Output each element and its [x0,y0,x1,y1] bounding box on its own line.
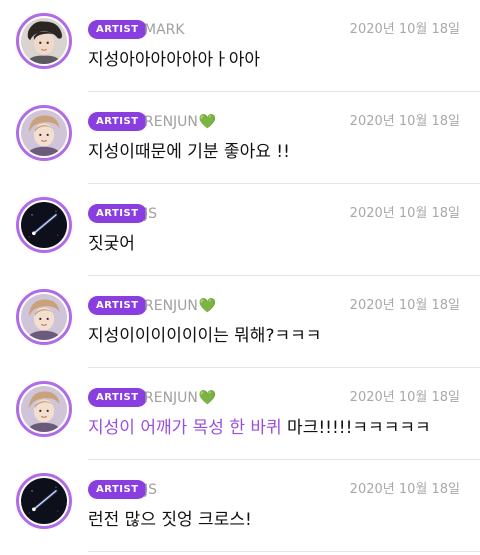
green-heart-icon: 💚 [198,298,217,314]
author-label: RENJUN [144,298,198,314]
message-header: ARTIST RENJUN💚 2020년 10월 18일 [88,296,460,316]
artist-badge: ARTIST [88,112,147,131]
message-body: 지성이이이이이이는 뭐해?ㅋㅋㅋ [88,326,322,346]
timestamp: 2020년 10월 18일 [349,390,460,405]
author-label: JS [144,206,158,222]
artist-badge: ARTIST [88,388,147,407]
message-header: ARTIST RENJUN💚 2020년 10월 18일 [88,112,460,132]
green-heart-icon: 💚 [198,390,217,406]
message-body: 지성아아아아아아ㅏ아아 [88,50,261,70]
timestamp: 2020년 10월 18일 [349,114,460,129]
timestamp: 2020년 10월 18일 [349,298,460,313]
author-name[interactable]: MARK [144,20,185,40]
artist-badge: ARTIST [88,296,147,315]
author-name[interactable]: RENJUN💚 [144,296,216,316]
avatar[interactable] [16,473,72,529]
message-text: 짓궂어 [88,232,460,256]
artist-badge: ARTIST [88,204,147,223]
author-label: RENJUN [144,390,198,406]
timestamp: 2020년 10월 18일 [349,206,460,221]
message-item[interactable]: ARTIST JS 2020년 10월 18일 짓궂어 [0,184,480,276]
message-header: ARTIST JS 2020년 10월 18일 [88,204,460,224]
message-text: 지성이때문에 기분 좋아요 !! [88,140,460,164]
author-label: RENJUN [144,114,198,130]
message-text: 지성이이이이이이는 뭐해?ㅋㅋㅋ [88,324,460,348]
timestamp: 2020년 10월 18일 [349,482,460,497]
highlighted-text: 지성이 어깨가 목성 한 바퀴 [88,418,282,438]
artist-badge: ARTIST [88,480,147,499]
avatar[interactable] [16,197,72,253]
green-heart-icon: 💚 [198,114,217,130]
message-feed: ARTIST MARK 2020년 10월 18일 지성아아아아아아ㅏ아아 AR… [0,0,480,555]
author-label: MARK [144,22,185,38]
divider [88,551,480,552]
author-label: JS [144,482,158,498]
avatar-image-js [21,202,67,248]
artist-badge: ARTIST [88,20,147,39]
author-name[interactable]: RENJUN💚 [144,388,216,408]
avatar-image-renjun [21,294,67,340]
avatar[interactable] [16,381,72,437]
message-item[interactable]: ARTIST RENJUN💚 2020년 10월 18일 지성이이이이이이는 뭐… [0,276,480,368]
message-text: 지성이 어깨가 목성 한 바퀴 마크!!!!!ㅋㅋㅋㅋㅋ [88,416,460,440]
avatar-image-renjun [21,110,67,156]
avatar[interactable] [16,105,72,161]
message-text: 런전 많으 짓엉 크로스! [88,508,460,532]
message-item[interactable]: ARTIST JS 2020년 10월 18일 런전 많으 짓엉 크로스! [0,460,480,552]
message-header: ARTIST MARK 2020년 10월 18일 [88,20,460,40]
avatar-image-renjun [21,386,67,432]
avatar-image-js [21,478,67,524]
message-text: 지성아아아아아아ㅏ아아 [88,48,460,72]
avatar[interactable] [16,289,72,345]
timestamp: 2020년 10월 18일 [349,22,460,37]
author-name[interactable]: RENJUN💚 [144,112,216,132]
message-body: 마크!!!!!ㅋㅋㅋㅋㅋ [281,418,431,438]
message-header: ARTIST RENJUN💚 2020년 10월 18일 [88,388,460,408]
avatar[interactable] [16,13,72,69]
message-body: 지성이때문에 기분 좋아요 !! [88,142,290,162]
author-name[interactable]: JS [144,480,157,500]
avatar-image-mark [21,18,67,64]
message-item[interactable]: ARTIST RENJUN💚 2020년 10월 18일 지성이 어깨가 목성 … [0,368,480,460]
message-body: 짓궂어 [88,234,135,254]
message-body: 런전 많으 짓엉 크로스! [88,510,252,530]
author-name[interactable]: JS [144,204,157,224]
message-item[interactable]: ARTIST RENJUN💚 2020년 10월 18일 지성이때문에 기분 좋… [0,92,480,184]
message-header: ARTIST JS 2020년 10월 18일 [88,480,460,500]
message-item[interactable]: ARTIST MARK 2020년 10월 18일 지성아아아아아아ㅏ아아 [0,0,480,92]
